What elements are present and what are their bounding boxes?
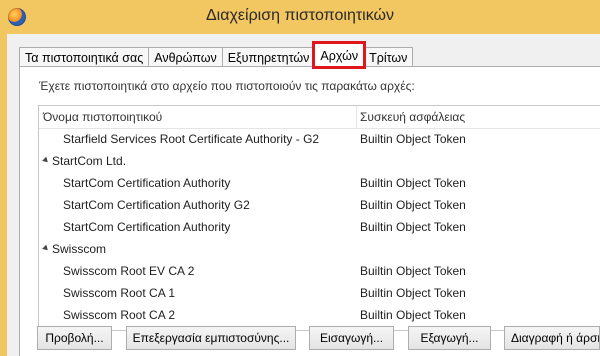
table-row[interactable]: StartCom Certification Authority Builtin… <box>39 172 600 194</box>
security-device: Builtin Object Token <box>360 286 466 300</box>
tab-your-certificates[interactable]: Τα πιστοποιητικά σας <box>19 47 150 67</box>
certificate-name: StartCom Certification Authority <box>63 220 231 234</box>
certificate-name: StartCom Certification Authority G2 <box>63 198 250 212</box>
security-device: Builtin Object Token <box>360 308 466 322</box>
certificate-name: Swisscom Root CA 2 <box>63 308 176 322</box>
certificate-name: Starfield Services Root Certificate Auth… <box>63 132 320 146</box>
title-bar: Διαχείριση πιστοποιητικών <box>0 0 600 34</box>
tab-others[interactable]: Τρίτων <box>363 47 414 67</box>
group-name: Swisscom <box>52 242 107 256</box>
security-device: Builtin Object Token <box>360 198 466 212</box>
import-button[interactable]: Εισαγωγή... <box>309 326 394 350</box>
dialog-body: Τα πιστοποιητικά σας Ανθρώπων Εξυπηρετητ… <box>7 34 600 356</box>
authorities-panel: Έχετε πιστοποιητικά στο αρχείο που πιστο… <box>19 66 600 356</box>
edit-trust-button[interactable]: Επεξεργασία εμπιστοσύνης... <box>126 326 296 350</box>
certificate-name: Swisscom Root EV CA 2 <box>63 264 195 278</box>
collapse-triangle-icon[interactable] <box>42 156 50 165</box>
tab-people[interactable]: Ανθρώπων <box>148 47 223 67</box>
group-name: StartCom Ltd. <box>52 154 127 168</box>
security-device: Builtin Object Token <box>360 264 466 278</box>
intro-text: Έχετε πιστοποιητικά στο αρχείο που πιστο… <box>39 79 415 93</box>
group-row[interactable]: StartCom Ltd. <box>39 150 600 172</box>
export-button[interactable]: Εξαγωγή... <box>408 326 491 350</box>
table-row[interactable]: StartCom Certification Authority G2 Buil… <box>39 194 600 216</box>
tab-authorities[interactable]: Αρχών <box>312 41 367 69</box>
column-header-security-device[interactable]: Συσκευή ασφάλειας <box>360 110 465 124</box>
group-row[interactable]: Swisscom <box>39 238 600 260</box>
column-separator[interactable] <box>356 106 357 128</box>
certificate-name: Swisscom Root CA 1 <box>63 286 176 300</box>
table-row[interactable]: StartCom Certification Authority Builtin… <box>39 216 600 238</box>
security-device: Builtin Object Token <box>360 220 466 234</box>
table-row[interactable]: Swisscom Root CA 1 Builtin Object Token <box>39 282 600 304</box>
security-device: Builtin Object Token <box>360 176 466 190</box>
tab-strip: Τα πιστοποιητικά σας Ανθρώπων Εξυπηρετητ… <box>19 41 414 69</box>
security-device: Builtin Object Token <box>360 132 466 146</box>
view-button[interactable]: Προβολή... <box>37 326 112 350</box>
delete-or-distrust-button[interactable]: Διαγραφή ή άρση εμπιστοσύνης... <box>504 326 600 350</box>
certificate-tree[interactable]: Όνομα πιστοποιητικού Συσκευή ασφάλειας S… <box>38 105 600 331</box>
certificate-name: StartCom Certification Authority <box>63 176 231 190</box>
window-title: Διαχείριση πιστοποιητικών <box>205 7 395 24</box>
table-row[interactable]: Starfield Services Root Certificate Auth… <box>39 128 600 150</box>
collapse-triangle-icon[interactable] <box>42 244 50 253</box>
table-row[interactable]: Swisscom Root CA 2 Builtin Object Token <box>39 304 600 326</box>
table-row[interactable]: Swisscom Root EV CA 2 Builtin Object Tok… <box>39 260 600 282</box>
column-header-certificate-name[interactable]: Όνομα πιστοποιητικού <box>43 110 162 124</box>
table-header: Όνομα πιστοποιητικού Συσκευή ασφάλειας <box>39 106 600 129</box>
tab-servers[interactable]: Εξυπηρετητών <box>221 47 316 67</box>
